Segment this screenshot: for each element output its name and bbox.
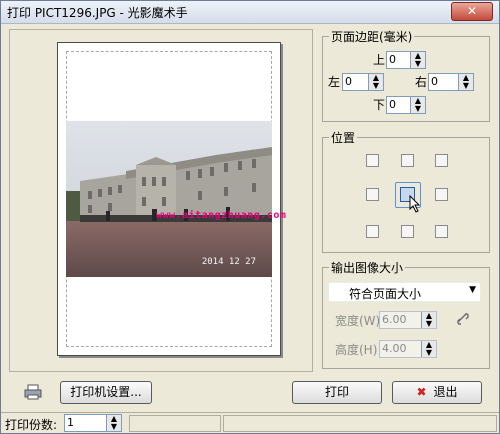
width-spinner[interactable]: 6.00 ▲ ▼ <box>379 311 437 329</box>
exit-button[interactable]: ✖ 退出 <box>392 381 482 404</box>
watermark-text: www.aitangzhuang.com <box>156 210 287 221</box>
margins-legend: 页面边距(毫米) <box>329 28 415 45</box>
printer-icon[interactable] <box>24 384 42 400</box>
position-top-left[interactable] <box>366 154 379 167</box>
close-button[interactable]: ✕ <box>451 2 493 21</box>
spinner-arrows-icon[interactable]: ▲ ▼ <box>458 74 473 90</box>
chevron-down-icon[interactable]: ▼ <box>469 285 476 295</box>
print-preview-panel: 2014 12 27 www.aitangzhuang.com <box>9 29 313 372</box>
fit-mode-value: 符合页面大小 <box>349 287 422 301</box>
output-size-group: 输出图像大小 符合页面大小 ▼ 宽度(W) 6.00 ▲ ▼ 高度(H) 4.00… <box>322 259 490 369</box>
mouse-cursor-icon <box>409 195 421 213</box>
margin-bottom-value: 0 <box>389 98 396 111</box>
margin-right-value: 0 <box>431 75 438 88</box>
spinner-arrows-icon[interactable]: ▲ ▼ <box>410 52 425 68</box>
spinner-arrows-icon[interactable]: ▲ ▼ <box>421 312 436 328</box>
margin-right-label: 右 <box>415 75 428 89</box>
title-bar[interactable]: 打印 PICT1296.JPG - 光影魔术手 ✕ <box>1 1 499 24</box>
spinner-arrows-icon[interactable]: ▲ ▼ <box>410 97 425 113</box>
output-size-legend: 输出图像大小 <box>329 259 406 276</box>
margin-bottom-spinner[interactable]: 0 ▲ ▼ <box>386 96 426 114</box>
paper-preview: 2014 12 27 <box>57 42 281 356</box>
position-middle-right[interactable] <box>435 188 448 201</box>
spinner-arrows-icon[interactable]: ▲ ▼ <box>106 415 121 431</box>
margin-left-label: 左 <box>328 75 341 89</box>
margin-top-spinner[interactable]: 0 ▲ ▼ <box>386 51 426 69</box>
printer-settings-button[interactable]: 打印机设置... <box>60 381 152 404</box>
copies-label: 打印份数: <box>5 418 58 432</box>
margin-right-spinner[interactable]: 0 ▲ ▼ <box>428 73 474 91</box>
exit-label: 退出 <box>433 385 458 399</box>
print-label: 打印 <box>324 385 349 399</box>
palace-photo <box>66 121 272 277</box>
exit-x-icon: ✖ <box>416 385 427 399</box>
position-group: 位置 <box>322 129 490 253</box>
position-bottom-right[interactable] <box>435 225 448 238</box>
copies-value: 1 <box>67 416 74 429</box>
margin-bottom-label: 下 <box>373 98 386 112</box>
spinner-arrows-icon[interactable]: ▲ ▼ <box>421 341 436 357</box>
date-stamp: 2014 12 27 <box>201 257 256 267</box>
fit-mode-dropdown[interactable]: 符合页面大小 ▼ <box>328 282 481 302</box>
margin-top-label: 上 <box>373 53 386 67</box>
height-spinner[interactable]: 4.00 ▲ ▼ <box>379 340 437 358</box>
position-top-right[interactable] <box>435 154 448 167</box>
chain-link-icon[interactable] <box>456 312 470 326</box>
status-bar: 打印份数: 1 ▲ ▼ <box>1 412 499 433</box>
margin-left-spinner[interactable]: 0 ▲ ▼ <box>342 73 384 91</box>
margins-group: 页面边距(毫米) 上 0 ▲ ▼ 左 0 ▲ ▼ 右 0 ▲ ▼ 下 0 ▲ ▼ <box>322 28 490 122</box>
photo-preview: 2014 12 27 <box>66 121 272 277</box>
height-value: 4.00 <box>382 342 407 355</box>
position-legend: 位置 <box>329 129 358 146</box>
spinner-arrows-icon[interactable]: ▲ ▼ <box>368 74 383 90</box>
margin-left-value: 0 <box>345 75 352 88</box>
width-value: 6.00 <box>382 313 407 326</box>
position-middle-left[interactable] <box>366 188 379 201</box>
copies-spinner[interactable]: 1 ▲ ▼ <box>64 414 122 432</box>
dialog-client-area: 2014 12 27 www.aitangzhuang.com 页面边距(毫米)… <box>5 27 495 429</box>
printer-settings-label: 打印机设置... <box>70 385 142 399</box>
position-bottom-center[interactable] <box>401 225 414 238</box>
print-dialog-window: 打印 PICT1296.JPG - 光影魔术手 ✕ 2014 12 27 www… <box>0 0 500 434</box>
close-icon: ✕ <box>466 4 478 18</box>
width-label: 宽度(W) <box>335 314 381 328</box>
height-label: 高度(H) <box>335 343 378 357</box>
status-cell-1 <box>129 415 221 432</box>
margin-top-value: 0 <box>389 53 396 66</box>
position-top-center[interactable] <box>401 154 414 167</box>
print-button[interactable]: 打印 <box>292 381 382 404</box>
window-title: 打印 PICT1296.JPG - 光影魔术手 <box>7 6 188 20</box>
status-cell-2 <box>223 415 497 432</box>
position-bottom-left[interactable] <box>366 225 379 238</box>
